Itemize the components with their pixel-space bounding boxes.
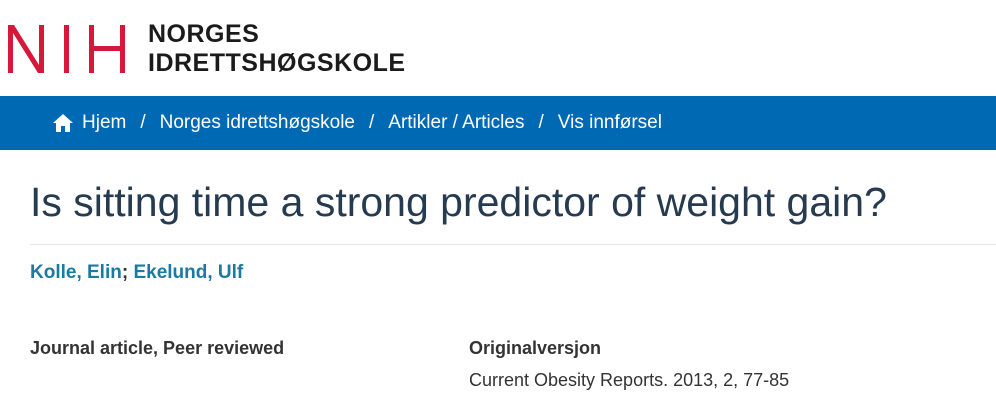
breadcrumb-bar: Hjem / Norges idrettshøgskole / Artikler… xyxy=(0,96,996,150)
page-title: Is sitting time a strong predictor of we… xyxy=(30,179,887,225)
author-separator: ; xyxy=(121,262,129,283)
home-icon xyxy=(53,114,73,132)
author-link-ekelund[interactable]: Ekelund, Ulf xyxy=(133,262,243,283)
breadcrumb-home-label: Hjem xyxy=(82,112,127,133)
author-link-kolle[interactable]: Kolle, Elin xyxy=(30,262,122,283)
breadcrumb-separator: / xyxy=(369,112,375,133)
original-version-heading: Originalversjon xyxy=(469,338,602,358)
site-header: NORGES IDRETTSHØGSKOLE xyxy=(0,0,996,96)
document-type: Journal article, Peer reviewed xyxy=(30,338,285,358)
nih-logo-mark xyxy=(8,25,125,73)
title-divider xyxy=(30,244,996,245)
logo-line-1: NORGES xyxy=(148,20,260,48)
site-logo[interactable]: NORGES IDRETTSHØGSKOLE xyxy=(6,20,406,78)
original-version-value: Current Obesity Reports. 2013, 2, 77-85 xyxy=(469,370,790,390)
breadcrumb-item-nih[interactable]: Norges idrettshøgskole xyxy=(160,112,355,134)
breadcrumb: Hjem / Norges idrettshøgskole / Artikler… xyxy=(0,112,662,134)
breadcrumb-item-articles[interactable]: Artikler / Articles xyxy=(388,112,524,134)
breadcrumb-item-current: Vis innførsel xyxy=(557,112,662,133)
logo-line-2: IDRETTSHØGSKOLE xyxy=(148,49,406,77)
author-list: Kolle, Elin; Ekelund, Ulf xyxy=(30,262,243,284)
breadcrumb-home[interactable]: Hjem xyxy=(52,112,126,134)
breadcrumb-separator: / xyxy=(538,112,544,133)
breadcrumb-separator: / xyxy=(140,112,146,133)
logo-wordmark: NORGES IDRETTSHØGSKOLE xyxy=(148,20,406,78)
